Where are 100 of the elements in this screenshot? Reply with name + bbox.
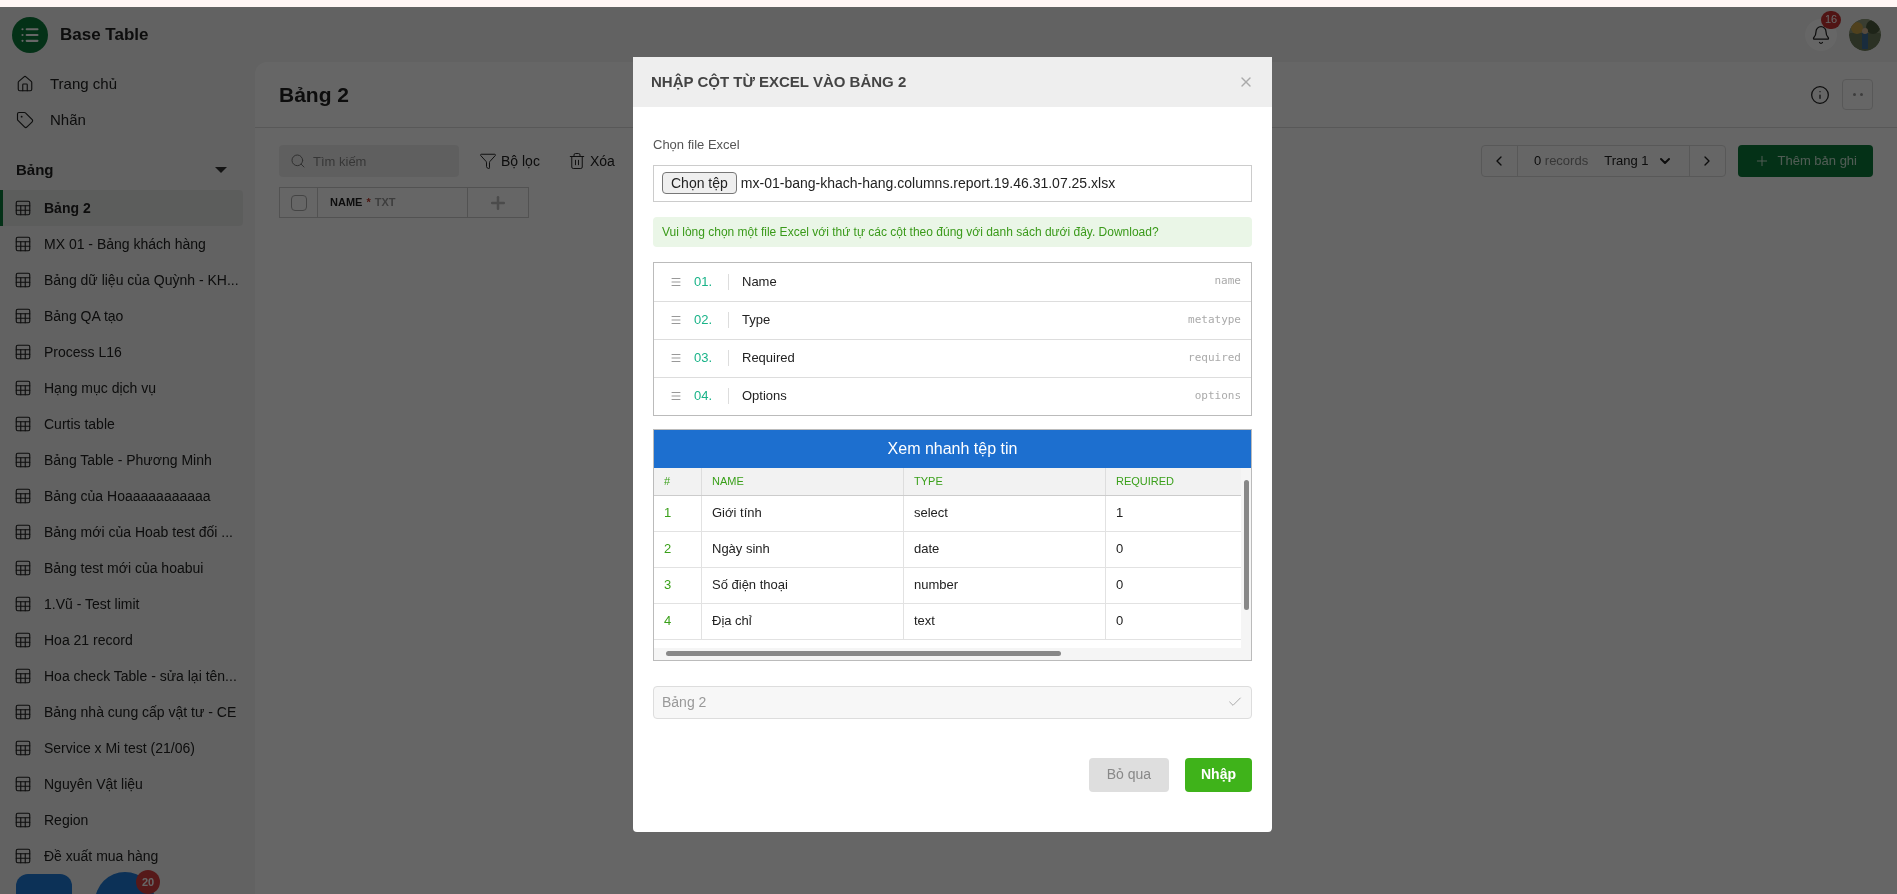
section-title: Bảng (16, 159, 54, 180)
table-cell: Địa chỉ (702, 603, 904, 639)
column-key: required (1188, 349, 1241, 367)
column-key: name (1214, 273, 1241, 290)
table-cell-text: 0 (1115, 612, 1125, 631)
table-icon (14, 307, 32, 325)
sidebar-item[interactable]: Region (0, 802, 243, 838)
table-icon (14, 199, 32, 217)
table-icon (14, 379, 32, 397)
add-record-button[interactable]: Thêm bản ghi (1737, 145, 1873, 177)
target-table-field[interactable]: Bảng 2 (653, 685, 1252, 719)
table-icon (14, 451, 32, 469)
app-title: Base Table (60, 23, 149, 46)
home-icon (16, 75, 34, 93)
table-icon (14, 523, 32, 541)
cancel-button[interactable]: Bỏ qua (1088, 757, 1169, 792)
table-icon (14, 271, 32, 289)
sidebar-item[interactable]: Hoa 21 record (0, 622, 243, 658)
table-icon (14, 595, 32, 613)
table-cell: date (904, 531, 1106, 567)
field-label: Chọn file Excel (653, 136, 741, 154)
table-cell: 4 (654, 603, 702, 639)
count-badge: 20 (136, 870, 160, 894)
column-label: Options (742, 387, 788, 406)
table-cell: 2 (654, 531, 702, 567)
select-all-checkbox[interactable] (290, 194, 307, 211)
collapse-caret-icon[interactable] (215, 167, 227, 173)
table-header: # (654, 467, 702, 495)
table-icon (14, 415, 32, 433)
file-input[interactable]: Chọn tệp mx-01-bang-khach-hang.columns.report.19.46.31.07.25.xlsx (653, 164, 1252, 202)
table-cell: text (904, 603, 1106, 639)
vertical-scrollbar[interactable] (1241, 467, 1251, 648)
table-icon (14, 739, 32, 757)
sidebar-item[interactable]: 1.Vũ - Test limit (0, 586, 243, 622)
import-button[interactable]: Nhập (1185, 757, 1252, 792)
table-header: REQUIRED (1115, 473, 1176, 489)
column-index: 02. (694, 311, 714, 330)
table-icon (14, 847, 32, 865)
delete-button[interactable]: Xóa (567, 150, 615, 172)
column-key: options (1194, 387, 1241, 405)
table-cell: Ngày sinh (702, 531, 904, 567)
sidebar-item[interactable]: Bảng nhà cung cấp vật tư - CE (0, 694, 243, 730)
filter-icon (479, 152, 497, 170)
sidebar-item[interactable]: Bảng test mới của hoabui (0, 550, 243, 586)
sidebar-item[interactable]: Nguyên Vật liệu (0, 766, 243, 802)
sidebar-item[interactable]: MX 01 - Bảng khách hàng (0, 226, 243, 262)
drag-handle-icon[interactable] (670, 275, 682, 288)
table-header: NAME (702, 467, 904, 495)
sidebar-item[interactable]: Bảng của Hoaaaaaaaaaaa (0, 478, 243, 514)
filter-button[interactable]: Bộ lọc (479, 150, 540, 172)
sidebar-item[interactable]: Bảng 2 (0, 190, 243, 226)
table-cell: number (904, 567, 1106, 603)
table-icon (14, 703, 32, 721)
file-name: mx-01-bang-khach-hang.columns.report.19.46.31.07.25.xlsx (740, 173, 1116, 193)
search-icon (290, 153, 306, 169)
column-key: metatype (1188, 311, 1241, 329)
table-cell: Giới tính (702, 495, 904, 531)
table-cell-text: 1 (1115, 504, 1125, 523)
notice: Vui lòng chọn một file Excel với thứ tự các cột theo đúng với danh sách dưới đây. Download? (653, 216, 1252, 247)
sidebar-item[interactable]: Bảng Table - Phương Minh (0, 442, 243, 478)
dialog-title: NHẬP CỘT TỪ EXCEL VÀO BẢNG 2 (651, 71, 907, 92)
table-header: TYPE (904, 467, 1106, 495)
info-icon[interactable] (1810, 84, 1830, 105)
sidebar-item[interactable]: Bảng dữ liệu của Quỳnh - KH... (0, 262, 243, 298)
drag-handle-icon[interactable] (670, 352, 682, 364)
column-label: Type (742, 311, 772, 330)
nav-item[interactable]: Trang chủ (0, 66, 255, 102)
table-icon (14, 775, 32, 793)
table-cell: 1 (654, 495, 702, 531)
table-cell-text: 0 (1115, 540, 1125, 559)
table-icon (14, 667, 32, 685)
more-icon (1852, 93, 1863, 96)
table-cell: Số điện thoại (702, 567, 904, 603)
table-icon (14, 235, 32, 253)
drag-handle-icon[interactable] (670, 314, 682, 326)
page-select[interactable]: Trang 1 (1604, 151, 1689, 171)
app-logo (12, 16, 48, 53)
horizontal-scrollbar[interactable] (654, 647, 1251, 660)
table-icon (14, 487, 32, 505)
column-label: Required (742, 349, 796, 368)
notification-badge: 16 (1821, 10, 1842, 29)
sidebar-item[interactable]: Bảng QA tạo (0, 298, 243, 334)
choose-file-button[interactable]: Chọn tệp (662, 172, 737, 194)
sidebar-item[interactable]: Hoa check Table - sửa lại tên... (0, 658, 243, 694)
trash-icon (567, 152, 586, 170)
bell-icon (1811, 24, 1831, 45)
drag-handle-icon[interactable] (670, 390, 682, 402)
sidebar-item[interactable]: Hạng mục dịch vụ (0, 370, 243, 406)
nav-item[interactable]: Nhãn (0, 102, 255, 138)
sidebar-item[interactable]: Process L16 (0, 334, 243, 370)
sidebar-item[interactable]: Curtis table (0, 406, 243, 442)
table-cell-text: 0 (1115, 576, 1125, 595)
table-cell: 3 (654, 567, 702, 603)
sidebar-item[interactable]: Bảng mới của Hoab test đối ... (0, 514, 243, 550)
column-index: 03. (694, 349, 714, 368)
column-index: 01. (694, 272, 714, 291)
sidebar-item[interactable]: Service x Mi test (21/06) (0, 730, 243, 766)
table-icon (14, 811, 32, 829)
table-icon (14, 343, 32, 361)
page-title: Bảng 2 (279, 81, 349, 108)
